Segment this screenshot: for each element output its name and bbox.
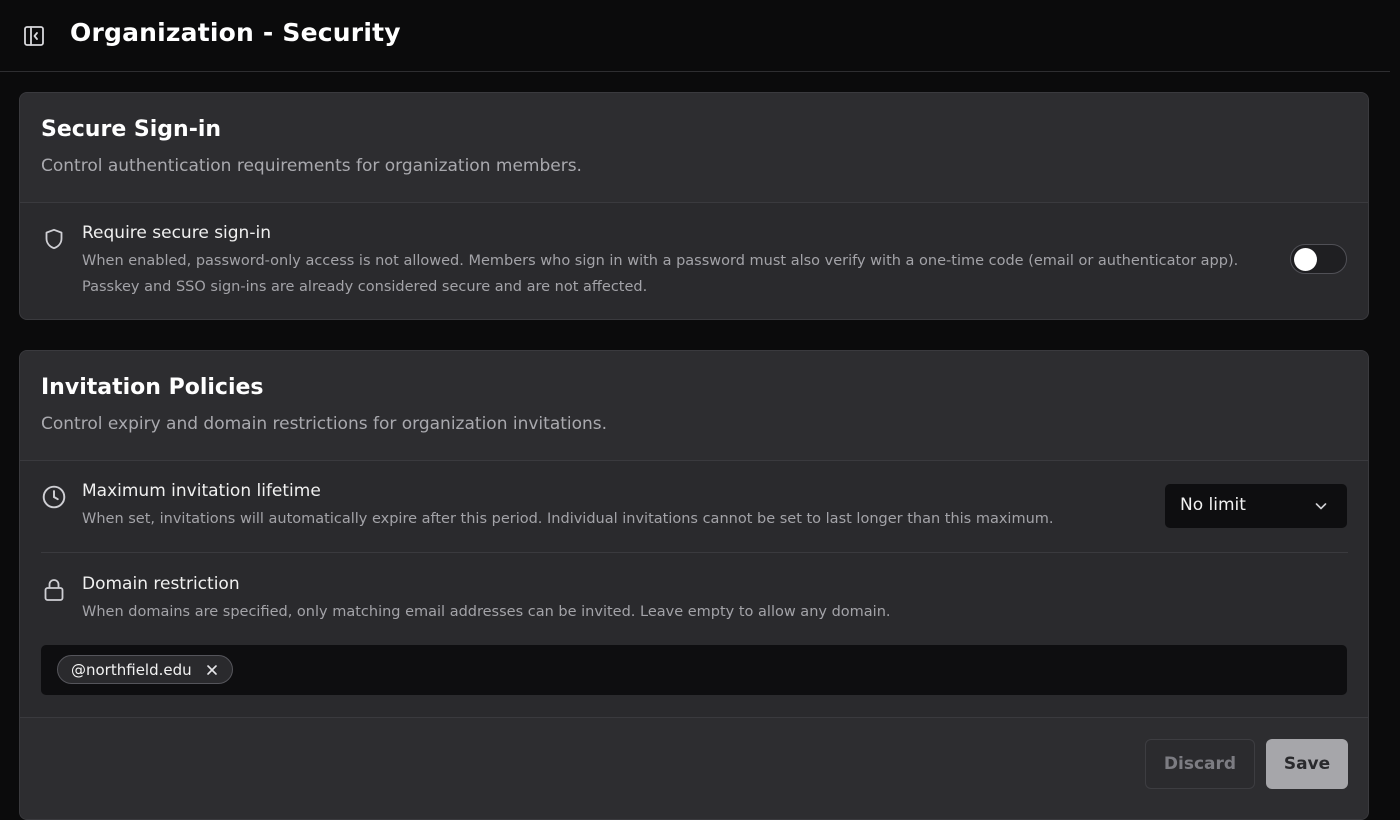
require-secure-signin-description-line2: Passkey and SSO sign-ins are already con… bbox=[82, 279, 648, 295]
require-secure-signin-toggle[interactable] bbox=[1290, 244, 1347, 274]
invitation-lifetime-label: Maximum invitation lifetime bbox=[82, 481, 321, 501]
discard-button[interactable]: Discard bbox=[1145, 739, 1255, 789]
domain-restriction-description: When domains are specified, only matchin… bbox=[82, 604, 891, 620]
clock-icon bbox=[41, 484, 67, 510]
toggle-knob bbox=[1294, 247, 1317, 271]
invitation-lifetime-value: No limit bbox=[1180, 495, 1246, 515]
page-title: Organization - Security bbox=[70, 18, 401, 47]
domain-restriction-input[interactable]: @northfield.edu bbox=[41, 645, 1347, 695]
lock-icon bbox=[41, 577, 67, 603]
invitation-lifetime-description: When set, invitations will automatically… bbox=[82, 511, 1054, 527]
invitation-lifetime-select[interactable]: No limit bbox=[1165, 484, 1347, 528]
require-secure-signin-description: When enabled, password-only access is no… bbox=[82, 248, 1242, 300]
top-bar: Organization - Security bbox=[0, 0, 1390, 72]
domain-restriction-label: Domain restriction bbox=[82, 574, 240, 594]
domain-chip-label: @northfield.edu bbox=[71, 660, 192, 679]
require-secure-signin-label: Require secure sign-in bbox=[82, 223, 271, 243]
secure-signin-title: Secure Sign-in bbox=[41, 117, 222, 142]
sidebar-collapse-icon[interactable] bbox=[22, 24, 46, 48]
invitation-policies-title: Invitation Policies bbox=[41, 375, 264, 400]
secure-signin-card: Secure Sign-in Control authentication re… bbox=[19, 92, 1369, 320]
chevron-down-icon bbox=[1313, 498, 1329, 514]
save-button[interactable]: Save bbox=[1266, 739, 1348, 789]
card-footer: Discard Save bbox=[20, 717, 1368, 819]
invitation-policies-subtitle: Control expiry and domain restrictions f… bbox=[41, 414, 608, 434]
invitation-policies-header: Invitation Policies Control expiry and d… bbox=[20, 351, 1368, 461]
require-secure-signin-description-line1: When enabled, password-only access is no… bbox=[82, 253, 1239, 269]
shield-icon bbox=[41, 226, 67, 252]
close-icon[interactable] bbox=[204, 662, 220, 678]
secure-signin-header: Secure Sign-in Control authentication re… bbox=[20, 93, 1368, 203]
invitation-policies-card: Invitation Policies Control expiry and d… bbox=[19, 350, 1369, 820]
row-divider bbox=[41, 552, 1348, 553]
secure-signin-subtitle: Control authentication requirements for … bbox=[41, 156, 582, 176]
domain-chip: @northfield.edu bbox=[57, 655, 233, 684]
